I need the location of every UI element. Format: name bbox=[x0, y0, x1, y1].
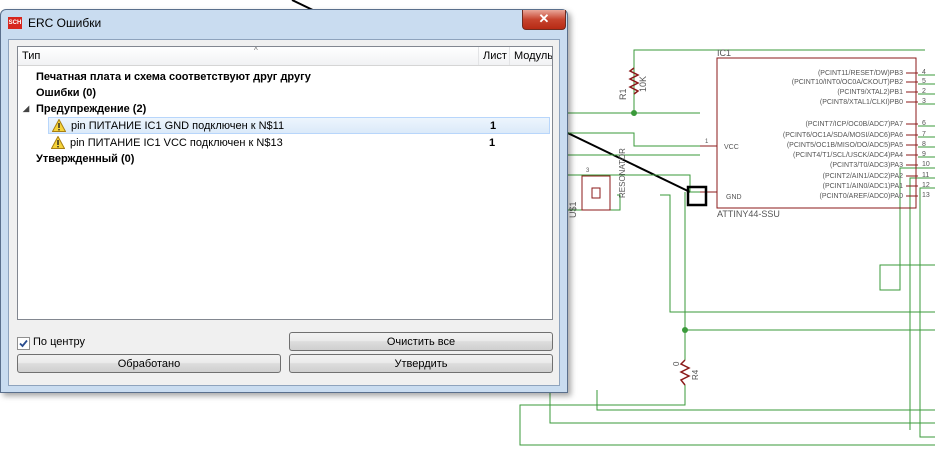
column-type[interactable]: Тип bbox=[18, 47, 479, 65]
list-item-approved[interactable]: Утвержденный (0) bbox=[18, 151, 550, 167]
crystal-icon bbox=[591, 187, 601, 199]
ic1-pin-label: (PCINT6/OC1A/SDA/MOSI/ADC6)PA6 bbox=[783, 132, 903, 139]
approve-button[interactable]: Утвердить bbox=[289, 354, 553, 373]
ic1-pin-number: 11 bbox=[922, 172, 929, 179]
ic1-pin-number: 8 bbox=[922, 141, 926, 148]
list-item-label: Предупреждение (2) bbox=[36, 103, 147, 115]
sort-ascending-icon: ^ bbox=[254, 46, 258, 55]
resonator-label: RESONATOR bbox=[618, 148, 627, 198]
ic1-pin-number: 4 bbox=[922, 69, 926, 76]
expanded-triangle-icon[interactable]: ◢ bbox=[23, 101, 29, 117]
resonator-pin-number: 3 bbox=[586, 168, 590, 174]
pin1-number: 1 bbox=[705, 139, 709, 145]
warning-icon bbox=[51, 136, 65, 149]
list-item-warnings[interactable]: ◢ Предупреждение (2) bbox=[18, 101, 550, 117]
column-module[interactable]: Модуль bbox=[510, 47, 552, 65]
r4-resistor-icon[interactable] bbox=[679, 359, 691, 386]
ic1-pin-number: 12 bbox=[922, 182, 930, 189]
r1-value: 10K bbox=[638, 76, 648, 92]
r4-name: R4 bbox=[691, 369, 700, 380]
close-button[interactable]: ✕ bbox=[522, 10, 566, 30]
ic1-pin-label: (PCINT9/XTAL2)PB1 bbox=[837, 89, 903, 96]
center-checkbox-label: По центру bbox=[33, 336, 85, 348]
list-item-label: pin ПИТАНИЕ IC1 VCC подключен к N$13 bbox=[70, 137, 283, 149]
gnd-pin-label: GND bbox=[726, 194, 742, 201]
dialog-client: Тип ^ Лист Модуль Печатная плата и схема… bbox=[8, 39, 560, 386]
processed-button[interactable]: Обработано bbox=[17, 354, 281, 373]
list-item-board-match[interactable]: Печатная плата и схема соответствуют дру… bbox=[18, 69, 550, 85]
r4-value: 0 bbox=[672, 361, 681, 366]
junction-dot bbox=[631, 110, 637, 116]
ic1-pin-number: 10 bbox=[922, 161, 930, 168]
list-item-sheet: 1 bbox=[489, 137, 496, 149]
junction-dot bbox=[682, 327, 688, 333]
u1-label: U$1 bbox=[568, 201, 578, 218]
ic1-pin-number: 3 bbox=[922, 98, 926, 105]
ic1-part: ATTINY44-SSU bbox=[717, 209, 780, 219]
vcc-pin-label: VCC bbox=[724, 144, 739, 151]
app-icon: SCH bbox=[8, 17, 22, 29]
ic1-pin-label: (PCINT11/RESET/DW)PB3 bbox=[818, 70, 903, 77]
clear-all-button[interactable]: Очистить все bbox=[289, 332, 553, 351]
ic1-pin-label: (PCINT10/INT0/OC0A/CKOUT)PB2 bbox=[792, 79, 903, 86]
ic1-pin-number: 7 bbox=[922, 131, 926, 138]
warning-icon bbox=[52, 119, 66, 132]
net-wires[interactable] bbox=[519, 49, 935, 446]
ic1-pin-number: 9 bbox=[922, 151, 926, 158]
list-item-label: pin ПИТАНИЕ IC1 GND подключен к N$11 bbox=[71, 120, 285, 132]
list-item-label: Утвержденный (0) bbox=[36, 153, 135, 165]
erc-tree-list[interactable]: Тип ^ Лист Модуль Печатная плата и схема… bbox=[17, 46, 553, 320]
erc-highlight-marker[interactable] bbox=[686, 185, 708, 207]
ic1-pin-number: 6 bbox=[922, 120, 926, 127]
ic1-pins: (PCINT11/RESET/DW)PB3 4 (PCINT10/INT0/OC0A… bbox=[783, 69, 930, 200]
ic1-pin-label: (PCINT2/AIN1/ADC2)PA2 bbox=[823, 173, 903, 180]
ic1-pin-label: (PCINT8/XTAL1/CLKI)PB0 bbox=[820, 99, 903, 106]
list-item-label: Печатная плата и схема соответствуют дру… bbox=[36, 71, 311, 83]
dialog-title: ERC Ошибки bbox=[28, 16, 102, 30]
ic1-pin-label: (PCINT7/ICP/OC0B/ADC7)PA7 bbox=[805, 121, 903, 128]
ic1-pin-label: (PCINT0/AREF/ADC0)PA0 bbox=[820, 193, 904, 200]
erc-dialog: SCH ERC Ошибки ✕ Тип ^ Лист Модуль Печат… bbox=[0, 9, 568, 393]
ic1-pin-number: 2 bbox=[922, 88, 926, 95]
column-sheet[interactable]: Лист bbox=[479, 47, 510, 65]
column-header: Тип ^ Лист Модуль bbox=[18, 47, 552, 66]
ic1-pin-label: (PCINT3/T0/ADC3)PA3 bbox=[830, 162, 903, 169]
list-item-errors[interactable]: Ошибки (0) bbox=[18, 85, 550, 101]
ic1-pin-label: (PCINT4/T1/SCL/USCK/ADC4)PA4 bbox=[793, 152, 903, 159]
title-bar[interactable]: SCH ERC Ошибки ✕ bbox=[1, 10, 567, 36]
ic1-pin-number: 5 bbox=[922, 78, 926, 85]
ic1-pin-label: (PCINT5/OC1B/MISO/DO/ADC5)PA5 bbox=[787, 142, 903, 149]
r1-name: R1 bbox=[618, 88, 628, 100]
resonator-body[interactable] bbox=[581, 175, 611, 211]
list-item-warning-gnd[interactable]: pin ПИТАНИЕ IC1 GND подключен к N$11 1 bbox=[48, 117, 550, 134]
ic1-pin-label: (PCINT1/AIN0/ADC1)PA1 bbox=[823, 183, 903, 190]
ic1-name: IC1 bbox=[717, 48, 731, 58]
center-checkbox[interactable] bbox=[17, 337, 30, 350]
ic1-pin-number: 13 bbox=[922, 192, 930, 199]
list-item-sheet: 1 bbox=[490, 120, 497, 132]
list-item-label: Ошибки (0) bbox=[36, 87, 97, 99]
list-item-warning-vcc[interactable]: pin ПИТАНИЕ IC1 VCC подключен к N$13 1 bbox=[48, 135, 550, 151]
checkmark-icon bbox=[19, 339, 28, 348]
